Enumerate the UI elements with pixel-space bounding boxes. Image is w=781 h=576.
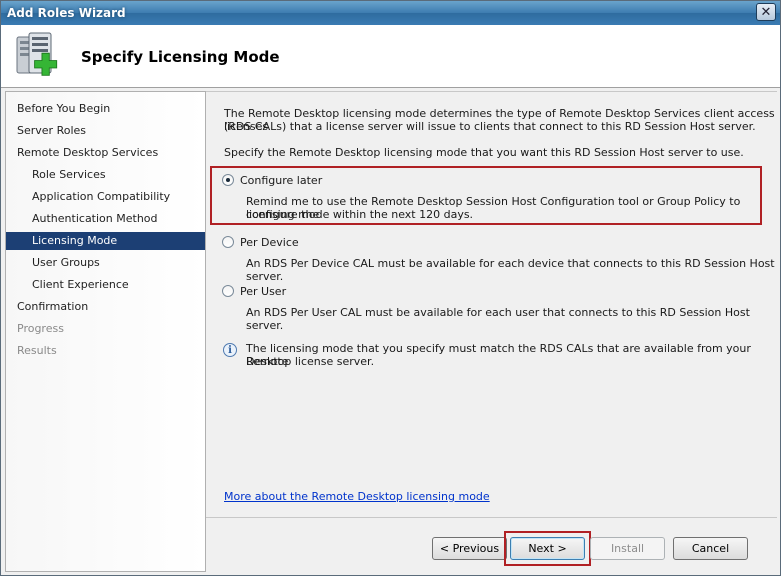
title-bar[interactable]: Add Roles Wizard ✕ xyxy=(1,1,780,25)
sidebar-item-server-roles[interactable]: Server Roles xyxy=(6,122,205,140)
server-add-role-icon xyxy=(16,32,58,76)
option-configure-later-label[interactable]: Configure later xyxy=(240,174,322,187)
sidebar-item-application-compatibility[interactable]: Application Compatibility xyxy=(6,188,205,206)
next-button-highlight xyxy=(504,531,591,566)
option-configure-later-desc-line2: licensing mode within the next 120 days. xyxy=(246,208,474,221)
sidebar-item-role-services[interactable]: Role Services xyxy=(6,166,205,184)
radio-per-device[interactable] xyxy=(222,236,234,248)
option-per-user-desc: An RDS Per User CAL must be available fo… xyxy=(246,306,750,332)
info-icon: i xyxy=(223,343,237,357)
intro-text-line2: (RDS CALs) that a license server will is… xyxy=(224,120,756,133)
page-title: Specify Licensing Mode xyxy=(81,48,280,66)
radio-configure-later[interactable] xyxy=(222,174,234,186)
option-per-device-desc: An RDS Per Device CAL must be available … xyxy=(246,257,775,283)
option-per-user-label[interactable]: Per User xyxy=(240,285,286,298)
sidebar-item-before-you-begin[interactable]: Before You Begin xyxy=(6,100,205,118)
sidebar-item-results: Results xyxy=(17,344,57,357)
wizard-steps-sidebar: Before You Begin Server Roles Remote Des… xyxy=(5,91,206,572)
sidebar-item-client-experience[interactable]: Client Experience xyxy=(6,276,205,294)
more-about-licensing-link[interactable]: More about the Remote Desktop licensing … xyxy=(224,490,490,503)
sidebar-item-authentication-method[interactable]: Authentication Method xyxy=(6,210,205,228)
previous-button[interactable]: < Previous xyxy=(432,537,507,560)
add-roles-wizard-window: Add Roles Wizard ✕ Specify Licensing Mod… xyxy=(0,0,781,576)
cancel-button[interactable]: Cancel xyxy=(673,537,748,560)
sidebar-item-user-groups[interactable]: User Groups xyxy=(6,254,205,272)
wizard-header: Specify Licensing Mode xyxy=(1,25,780,88)
window-title: Add Roles Wizard xyxy=(7,6,126,20)
prompt-text: Specify the Remote Desktop licensing mod… xyxy=(224,146,744,159)
option-per-device-label[interactable]: Per Device xyxy=(240,236,299,249)
info-text-line2: Desktop license server. xyxy=(246,355,375,368)
sidebar-item-confirmation[interactable]: Confirmation xyxy=(6,298,205,316)
wizard-footer: < Previous Next > Install Cancel xyxy=(206,517,777,573)
sidebar-item-remote-desktop-services[interactable]: Remote Desktop Services xyxy=(6,144,205,162)
install-button: Install xyxy=(590,537,665,560)
radio-per-user[interactable] xyxy=(222,285,234,297)
close-button[interactable]: ✕ xyxy=(756,3,776,21)
sidebar-item-licensing-mode[interactable]: Licensing Mode xyxy=(6,232,205,250)
main-content: The Remote Desktop licensing mode determ… xyxy=(206,91,777,509)
sidebar-item-progress: Progress xyxy=(17,322,64,335)
